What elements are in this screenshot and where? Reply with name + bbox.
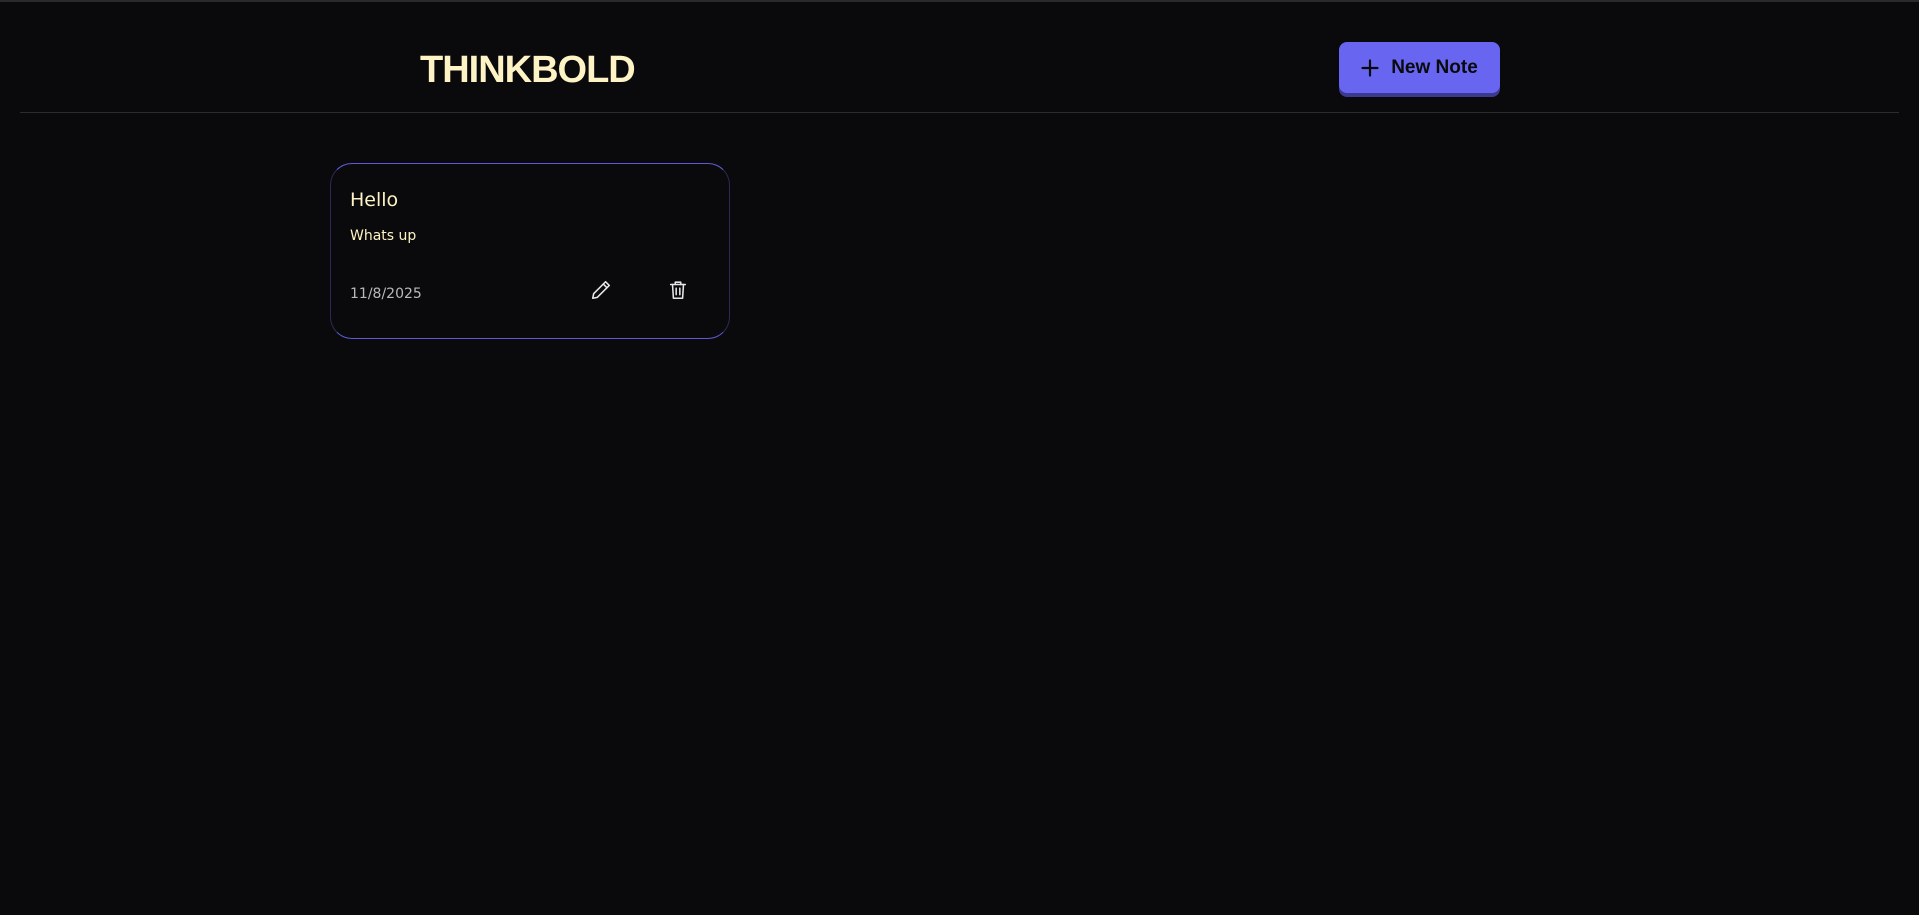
plus-icon	[1361, 58, 1379, 77]
edit-note-button[interactable]	[587, 278, 615, 306]
note-card[interactable]: Hello Whats up 11/8/2025	[330, 163, 730, 339]
note-date: 11/8/2025	[350, 286, 422, 302]
note-content: Whats up	[350, 228, 417, 244]
navbar: THINKBOLD New Note	[20, 2, 1899, 113]
brand-logo[interactable]: THINKBOLD	[420, 48, 636, 92]
new-note-button[interactable]: New Note	[1339, 42, 1500, 93]
trash-icon	[667, 279, 689, 305]
note-title: Hello	[350, 189, 399, 211]
pencil-icon	[590, 279, 612, 305]
delete-note-button[interactable]	[664, 278, 692, 306]
new-note-label: New Note	[1391, 56, 1478, 78]
